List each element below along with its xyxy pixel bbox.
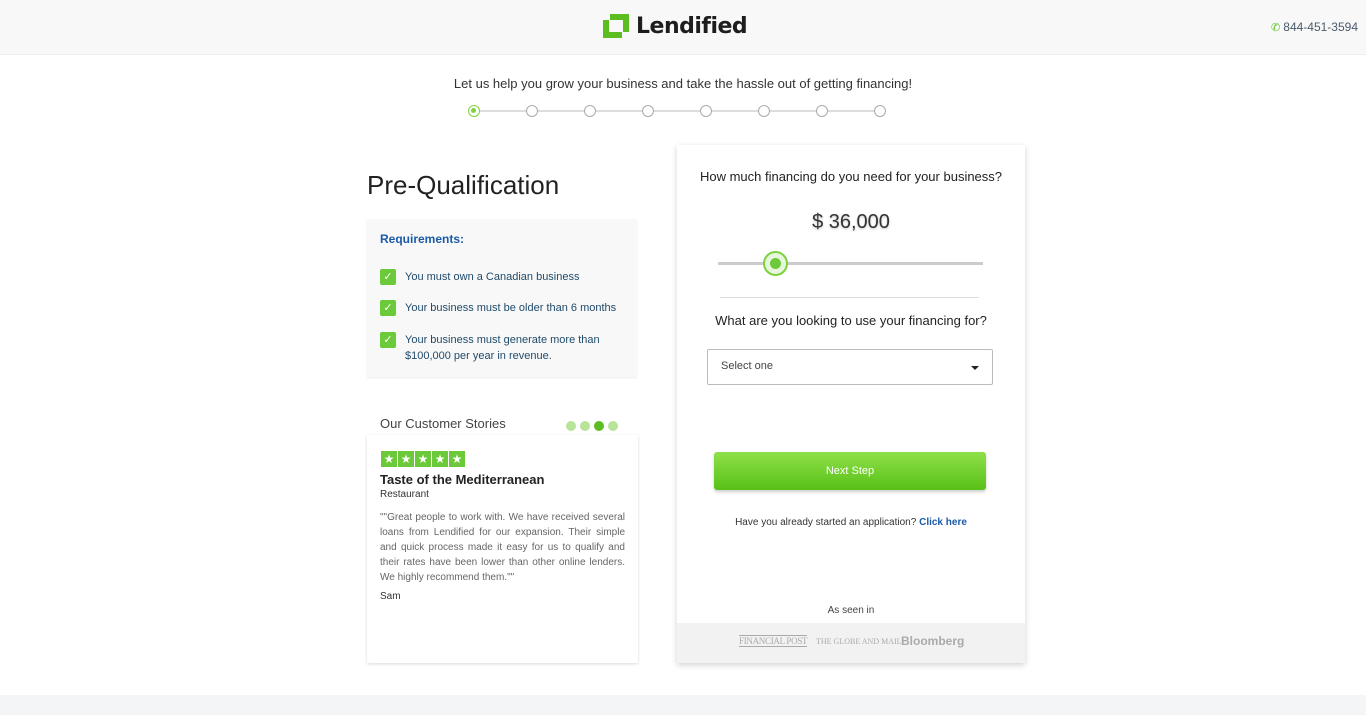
- requirement-item: ✓ You must own a Canadian business: [380, 269, 625, 285]
- customer-story-card: ★ ★ ★ ★ ★ Taste of the Mediterranean Res…: [367, 435, 638, 663]
- story-business-type: Restaurant: [380, 489, 429, 500]
- story-author: Sam: [380, 591, 401, 602]
- star-icon: ★: [381, 451, 397, 467]
- step-6: [758, 105, 770, 117]
- requirement-item: ✓ Your business must be older than 6 mon…: [380, 300, 625, 316]
- use-question: What are you looking to use your financi…: [715, 313, 987, 328]
- requirement-text: Your business must be older than 6 month…: [405, 302, 617, 314]
- bloomberg-logo: Bloomberg: [901, 634, 965, 648]
- story-business-name: Taste of the Mediterranean: [380, 472, 545, 487]
- requirements-title: Requirements:: [380, 232, 465, 246]
- page-title: Pre-Qualification: [367, 170, 560, 200]
- step-2: [526, 105, 538, 117]
- lendified-logo[interactable]: Lendified: [602, 13, 748, 39]
- requirement-text: You must own a Canadian business: [405, 271, 580, 283]
- check-icon: ✓: [380, 332, 396, 348]
- as-seen-in-label: As seen in: [827, 605, 875, 616]
- requirement-item: ✓ Your business must generate more than …: [380, 332, 625, 364]
- next-step-button[interactable]: Next Step: [714, 452, 986, 490]
- existing-application-text: Have you already started an application?: [735, 517, 917, 528]
- footer-bar: [0, 695, 1366, 715]
- logo-text: Lendified: [636, 13, 748, 39]
- financial-post-logo: FINANCIAL POST: [739, 635, 808, 647]
- carousel-dot-active[interactable]: [594, 421, 604, 431]
- amount-slider-track[interactable]: [718, 262, 983, 265]
- existing-application-prompt: Have you already started an application?…: [677, 517, 1025, 528]
- phone-icon: ✆: [1271, 21, 1281, 34]
- story-quote: ""Great people to work with. We have rec…: [380, 512, 625, 583]
- chevron-down-icon: [971, 366, 979, 370]
- requirement-text: Your business must generate more than $1…: [405, 334, 600, 362]
- star-icon: ★: [398, 451, 414, 467]
- check-icon: ✓: [380, 300, 396, 316]
- star-icon: ★: [432, 451, 448, 467]
- amount-question: How much financing do you need for your …: [699, 169, 1003, 184]
- carousel-dot[interactable]: [566, 421, 576, 431]
- step-8: [874, 105, 886, 117]
- amount-slider-handle[interactable]: [763, 251, 788, 276]
- carousel-dot[interactable]: [608, 421, 618, 431]
- check-icon: ✓: [380, 269, 396, 285]
- step-5: [700, 105, 712, 117]
- step-1: [468, 105, 480, 117]
- phone-number[interactable]: ✆ 844-451-3594: [1271, 20, 1358, 34]
- step-4: [642, 105, 654, 117]
- logo-mark-icon: [602, 13, 630, 39]
- story-carousel-dots: [566, 421, 618, 431]
- step-3: [584, 105, 596, 117]
- star-icon: ★: [415, 451, 431, 467]
- amount-display: $ 36,000: [812, 211, 890, 233]
- globe-and-mail-logo: THE GLOBE AND MAIL: [816, 637, 902, 646]
- header-bar: Lendified ✆ 844-451-3594: [0, 0, 1366, 55]
- step-7: [816, 105, 828, 117]
- press-logos-bar: FINANCIAL POST THE GLOBE AND MAIL Bloomb…: [677, 623, 1025, 663]
- progress-stepper: [468, 104, 888, 118]
- phone-text: 844-451-3594: [1283, 20, 1358, 34]
- divider: [720, 297, 979, 298]
- rating-stars: ★ ★ ★ ★ ★: [381, 451, 465, 467]
- select-value: Select one: [721, 360, 773, 372]
- star-icon: ★: [449, 451, 465, 467]
- requirements-card: Requirements: ✓ You must own a Canadian …: [367, 219, 637, 377]
- financing-form-card: How much financing do you need for your …: [677, 145, 1025, 663]
- click-here-link[interactable]: Click here: [919, 517, 967, 528]
- tagline: Let us help you grow your business and t…: [453, 76, 913, 91]
- customer-stories-title: Our Customer Stories: [380, 416, 506, 431]
- carousel-dot[interactable]: [580, 421, 590, 431]
- financing-use-select[interactable]: Select one: [707, 349, 993, 385]
